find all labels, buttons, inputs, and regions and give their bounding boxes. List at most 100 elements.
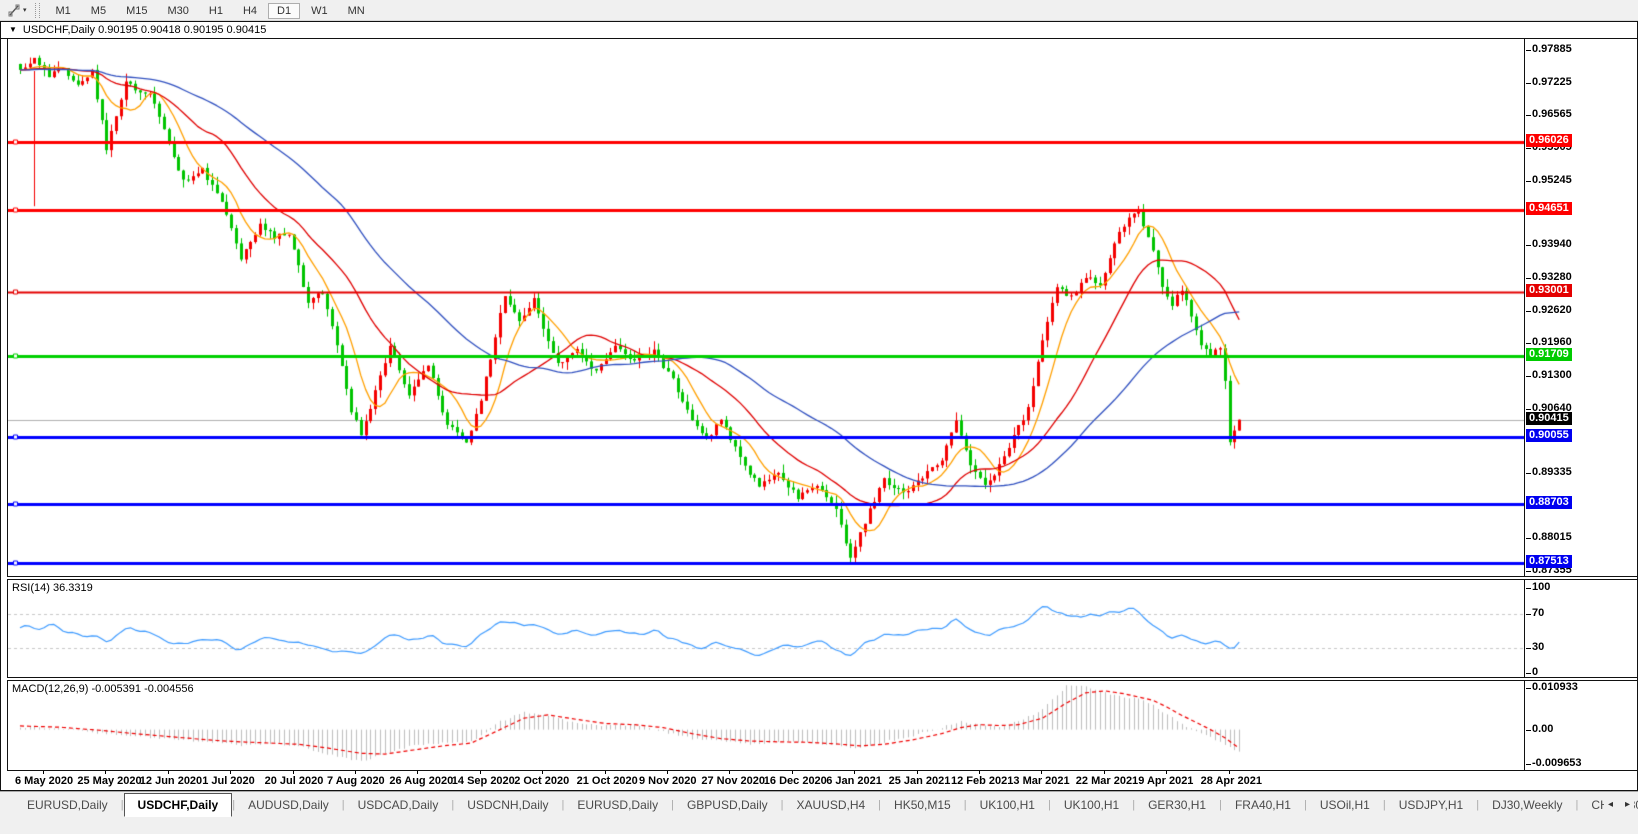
- chart-tools-icon[interactable]: ▾: [4, 3, 31, 18]
- timeframe-h4[interactable]: H4: [234, 3, 266, 19]
- date-tick: [355, 771, 356, 774]
- date-tick: [417, 771, 419, 774]
- date-label: 7 Aug 2020: [327, 775, 385, 787]
- chart-tab-eurusd-daily[interactable]: EURUSD,Daily: [14, 792, 121, 817]
- timeframe-m1[interactable]: M1: [47, 3, 80, 19]
- chart-tab-uk100-h1[interactable]: UK100,H1: [1051, 792, 1132, 817]
- price-flag-label: 0.91709: [1526, 347, 1572, 361]
- rsi-plot: RSI(14) 36.3319: [7, 580, 1525, 677]
- crosshair-pen-icon: [8, 4, 20, 16]
- price-tick-label: 0.88015: [1526, 531, 1572, 544]
- date-label: 2 Oct 2020: [514, 775, 570, 787]
- chart-tab-hk50-m15[interactable]: HK50,M15: [881, 792, 964, 817]
- date-tick: [230, 771, 232, 774]
- date-tick: [916, 771, 918, 774]
- tab-scroll-buttons: ◂ ▸: [1603, 792, 1634, 817]
- date-tick: [105, 771, 107, 774]
- date-tick: [43, 771, 44, 774]
- date-label: 26 Aug 2020: [389, 775, 454, 787]
- chart-tab-audusd-daily[interactable]: AUDUSD,Daily: [235, 792, 342, 817]
- date-label: 16 Dec 2020: [763, 775, 827, 787]
- macd-canvas[interactable]: [8, 681, 1524, 770]
- toolbar: ▾ M1 M5 M15 M30 H1 H4 D1 W1 MN: [0, 0, 1638, 21]
- price-flag-label: 0.96026: [1526, 134, 1572, 148]
- price-tick-label: 0.91300: [1526, 368, 1572, 381]
- price-tick-label: 0.92620: [1526, 303, 1572, 316]
- date-label: 12 Jun 2020: [139, 775, 203, 787]
- chart-tabs: EURUSD,Daily | USDCHF,Daily | AUDUSD,Daily | U…: [14, 792, 1638, 817]
- chart-tab-ger30-h1[interactable]: GER30,H1: [1135, 792, 1219, 817]
- chart-tab-eurusd-daily[interactable]: EURUSD,Daily: [564, 792, 671, 817]
- price-flag-label: 0.87513: [1526, 555, 1572, 569]
- macd-pane: MACD(12,26,9) -0.005391 -0.004556 0.0109…: [1, 681, 1637, 770]
- rsi-axis: 100 70 30 0: [1525, 580, 1637, 678]
- collapse-icon[interactable]: ▼: [9, 26, 17, 34]
- timeframe-h1[interactable]: H1: [200, 3, 232, 19]
- chart-tab-bar: EURUSD,Daily | USDCHF,Daily | AUDUSD,Daily | U…: [0, 791, 1638, 817]
- date-axis: 6 May 2020 25 May 2020 12 Jun 2020 1 Jul 20…: [7, 770, 1637, 790]
- tabs-scroll-left-icon[interactable]: ◂: [1608, 799, 1613, 810]
- chart-tab-gbpusd-daily[interactable]: GBPUSD,Daily: [674, 792, 781, 817]
- dropdown-caret-icon: ▾: [23, 7, 27, 14]
- toolbar-grip[interactable]: [34, 2, 40, 18]
- macd-label: MACD(12,26,9) -0.005391 -0.004556: [12, 683, 194, 695]
- timeframe-mn[interactable]: MN: [339, 3, 374, 19]
- timeframe-d1[interactable]: D1: [268, 3, 301, 19]
- timeframe-m30[interactable]: M30: [158, 3, 197, 19]
- date-tick: [854, 771, 856, 774]
- timeframe-buttons: M1 M5 M15 M30 H1 H4 D1 W1 MN: [46, 1, 375, 19]
- chart-tab-xauusd-h4[interactable]: XAUUSD,H4: [783, 792, 878, 817]
- date-tick: [292, 771, 294, 774]
- chart-tab-usdjpy-h1[interactable]: USDJPY,H1: [1386, 792, 1476, 817]
- price-tick-label: 0.93940: [1526, 238, 1572, 251]
- price-axis: 0.978850.972250.965650.959050.952450.939…: [1525, 39, 1637, 576]
- chart-tab-usdchf-daily[interactable]: USDCHF,Daily: [123, 793, 233, 817]
- chart-tab-usdcnh-daily[interactable]: USDCNH,Daily: [454, 792, 561, 817]
- date-tick: [729, 771, 731, 774]
- rsi-tick-label: 70: [1525, 606, 1545, 619]
- macd-tick-label: 0.010933: [1526, 681, 1578, 693]
- price-flag-label: 0.88703: [1526, 496, 1572, 510]
- date-label: 3 Mar 2021: [1013, 775, 1070, 787]
- timeframe-m15[interactable]: M15: [117, 3, 156, 19]
- rsi-tick-label: 100: [1525, 581, 1551, 593]
- chart-tab-uk100-h1[interactable]: UK100,H1: [967, 792, 1048, 817]
- date-label: 6 Jan 2021: [826, 775, 882, 787]
- date-tick: [667, 771, 668, 774]
- rsi-label: RSI(14) 36.3319: [12, 582, 93, 594]
- price-plot: [7, 39, 1525, 576]
- price-chart-canvas[interactable]: [8, 39, 1524, 576]
- price-tick-label: 0.95245: [1526, 173, 1572, 186]
- macd-tick-label: -0.009653: [1526, 757, 1582, 769]
- rsi-tick-label: 30: [1525, 640, 1545, 653]
- date-tick: [1166, 771, 1168, 774]
- price-tick-label: 0.91960: [1526, 336, 1572, 349]
- date-tick: [1103, 771, 1105, 774]
- chart-tab-usoil-h1[interactable]: USOil,H1: [1307, 792, 1383, 817]
- date-label: 25 May 2020: [77, 775, 142, 787]
- date-label: 1 Jul 2020: [202, 775, 255, 787]
- price-flag-label: 0.93001: [1526, 283, 1572, 297]
- chart-tab-fra40-h1[interactable]: FRA40,H1: [1222, 792, 1304, 817]
- timeframe-w1[interactable]: W1: [302, 3, 337, 19]
- price-flag-label: 0.90055: [1526, 429, 1572, 443]
- rsi-canvas[interactable]: [8, 580, 1524, 677]
- price-tick-label: 0.97885: [1526, 43, 1572, 56]
- chart-title-row: ▼ USDCHF,Daily 0.90195 0.90418 0.90195 0…: [1, 22, 1637, 39]
- date-tick: [791, 771, 793, 774]
- price-pane: 0.978850.972250.965650.959050.952450.939…: [1, 39, 1637, 576]
- rsi-tick-label: 0: [1525, 666, 1539, 678]
- date-tick: [979, 771, 980, 774]
- date-label: 28 Apr 2021: [1200, 775, 1262, 787]
- tabs-scroll-right-icon[interactable]: ▸: [1625, 799, 1630, 810]
- date-label: 9 Apr 2021: [1138, 775, 1194, 787]
- timeframe-m5[interactable]: M5: [82, 3, 115, 19]
- date-tick: [604, 771, 606, 774]
- date-label: 21 Oct 2020: [576, 775, 638, 787]
- date-label: 14 Sep 2020: [451, 775, 515, 787]
- date-label: 22 Mar 2021: [1075, 775, 1139, 787]
- date-label: 9 Nov 2020: [639, 775, 697, 787]
- chart-tab-usdcad-daily[interactable]: USDCAD,Daily: [345, 792, 452, 817]
- chart-tab-dj30-weekly[interactable]: DJ30,Weekly: [1479, 792, 1575, 817]
- chart-title: USDCHF,Daily 0.90195 0.90418 0.90195 0.9…: [22, 24, 267, 36]
